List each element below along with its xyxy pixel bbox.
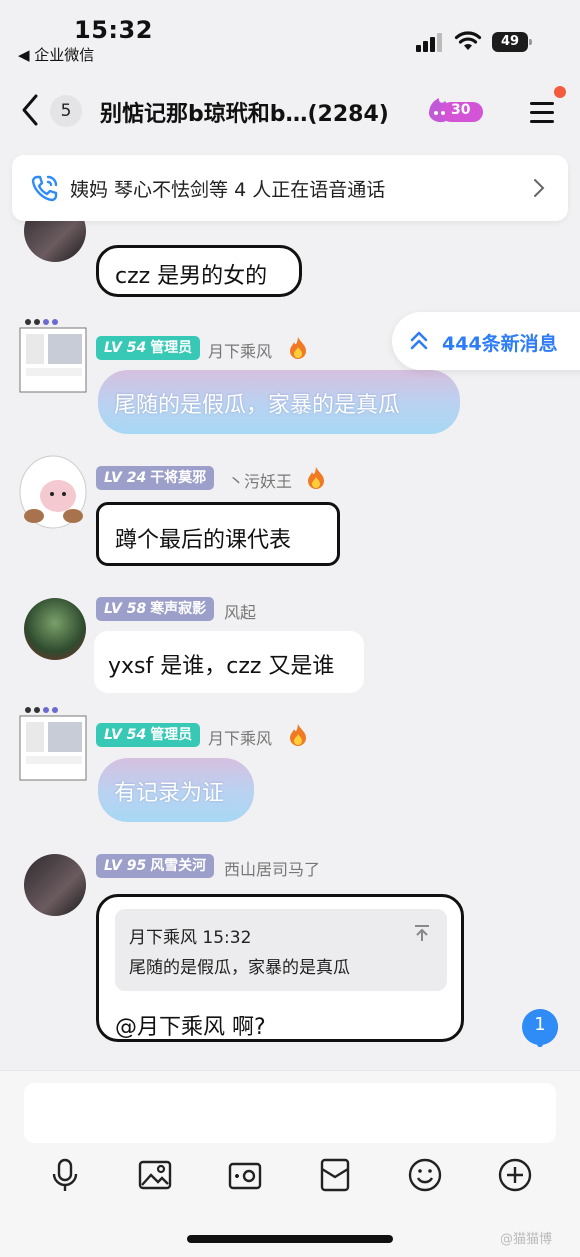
message-bubble[interactable]: 月下乘风 15:32 尾随的是假瓜，家暴的是真瓜 @月下乘风 啊?: [96, 894, 464, 1042]
message-bubble[interactable]: yxsf 是谁，czz 又是谁: [94, 631, 364, 693]
message-bubble[interactable]: czz 是男的女的: [96, 245, 302, 297]
chat-header: 5 别惦记那b琼玳和b…(2284) 30: [0, 80, 580, 142]
message-bubble[interactable]: 有记录为证: [98, 758, 254, 822]
jump-to-top-icon[interactable]: [413, 923, 431, 943]
plus-icon[interactable]: [497, 1157, 533, 1193]
new-messages-label: 444条新消息: [442, 333, 558, 355]
back-to-app-link[interactable]: ◀ 企业微信: [18, 44, 94, 65]
battery-icon: 49: [492, 32, 532, 52]
message-text: 有记录为证: [114, 781, 225, 806]
menu-icon[interactable]: [528, 100, 556, 124]
sender-name[interactable]: 丶污妖王: [228, 468, 292, 492]
avatar[interactable]: [18, 452, 88, 532]
unread-count-badge[interactable]: 5: [50, 95, 82, 127]
flame-icon: [290, 724, 306, 746]
battery-level: 49: [492, 32, 528, 52]
status-time: 15:32: [74, 16, 153, 44]
avatar[interactable]: [24, 854, 86, 916]
message-text: czz 是男的女的: [115, 264, 268, 289]
quote-meta: 月下乘风 15:32: [129, 928, 252, 948]
level-tag: LV 54 管理员: [96, 336, 201, 360]
wifi-icon: [454, 31, 482, 50]
double-chevron-up-icon: [410, 331, 428, 350]
voice-call-banner[interactable]: 姨妈 琴心不怯剑等 4 人正在语音通话: [12, 155, 568, 221]
chat-title[interactable]: 别惦记那b琼玳和b…(2284): [100, 96, 389, 128]
home-indicator: [187, 1235, 393, 1243]
input-area: [0, 1070, 580, 1257]
message-bubble[interactable]: 蹲个最后的课代表: [96, 502, 340, 566]
avatar[interactable]: [18, 316, 88, 396]
level-tag: LV 54 管理员: [96, 723, 201, 747]
camera-icon[interactable]: [227, 1157, 263, 1193]
watermark: @猫猫博: [500, 1232, 553, 1247]
image-icon[interactable]: [137, 1157, 173, 1193]
status-bar: 15:32 ◀ 企业微信 49: [0, 0, 580, 70]
unread-mention-count: 1: [534, 1014, 546, 1035]
message-text: yxsf 是谁，czz 又是谁: [108, 654, 335, 679]
menu-notification-dot: [554, 86, 566, 98]
phone-icon: [31, 175, 58, 202]
level-tag: LV 58 寒声寂影: [96, 597, 215, 621]
message-text: @月下乘风 啊?: [115, 1015, 266, 1040]
message-text: 尾随的是假瓜，家暴的是真瓜: [114, 393, 401, 418]
group-fire-level: 30: [451, 102, 471, 118]
sender-name[interactable]: 月下乘风: [208, 725, 272, 749]
level-tag: LV 95 风雪关河: [96, 854, 215, 878]
level-tag: LV 24 干将莫邪: [96, 466, 215, 490]
message-text: 蹲个最后的课代表: [115, 528, 292, 553]
signal-icon: [416, 33, 442, 52]
sender-name[interactable]: 月下乘风: [208, 338, 272, 362]
quote-text: 尾随的是假瓜，家暴的是真瓜: [129, 958, 350, 978]
microphone-icon[interactable]: [47, 1157, 83, 1193]
back-arrow-icon[interactable]: [18, 92, 44, 128]
sender-name[interactable]: 西山居司马了: [224, 856, 320, 880]
voice-call-text: 姨妈 琴心不怯剑等 4 人正在语音通话: [70, 179, 386, 201]
message-input[interactable]: [24, 1083, 556, 1143]
red-packet-icon[interactable]: [317, 1157, 353, 1193]
new-messages-button[interactable]: 444条新消息: [392, 312, 580, 370]
message-bubble[interactable]: 尾随的是假瓜，家暴的是真瓜: [98, 370, 460, 434]
flame-icon: [308, 467, 324, 489]
quoted-message[interactable]: 月下乘风 15:32 尾随的是假瓜，家暴的是真瓜: [115, 909, 447, 991]
flame-icon: [290, 337, 306, 359]
emoji-icon[interactable]: [407, 1157, 443, 1193]
chevron-right-icon: [534, 179, 545, 197]
avatar[interactable]: [24, 598, 86, 660]
avatar[interactable]: [18, 704, 88, 784]
sender-name[interactable]: 风起: [224, 599, 256, 623]
